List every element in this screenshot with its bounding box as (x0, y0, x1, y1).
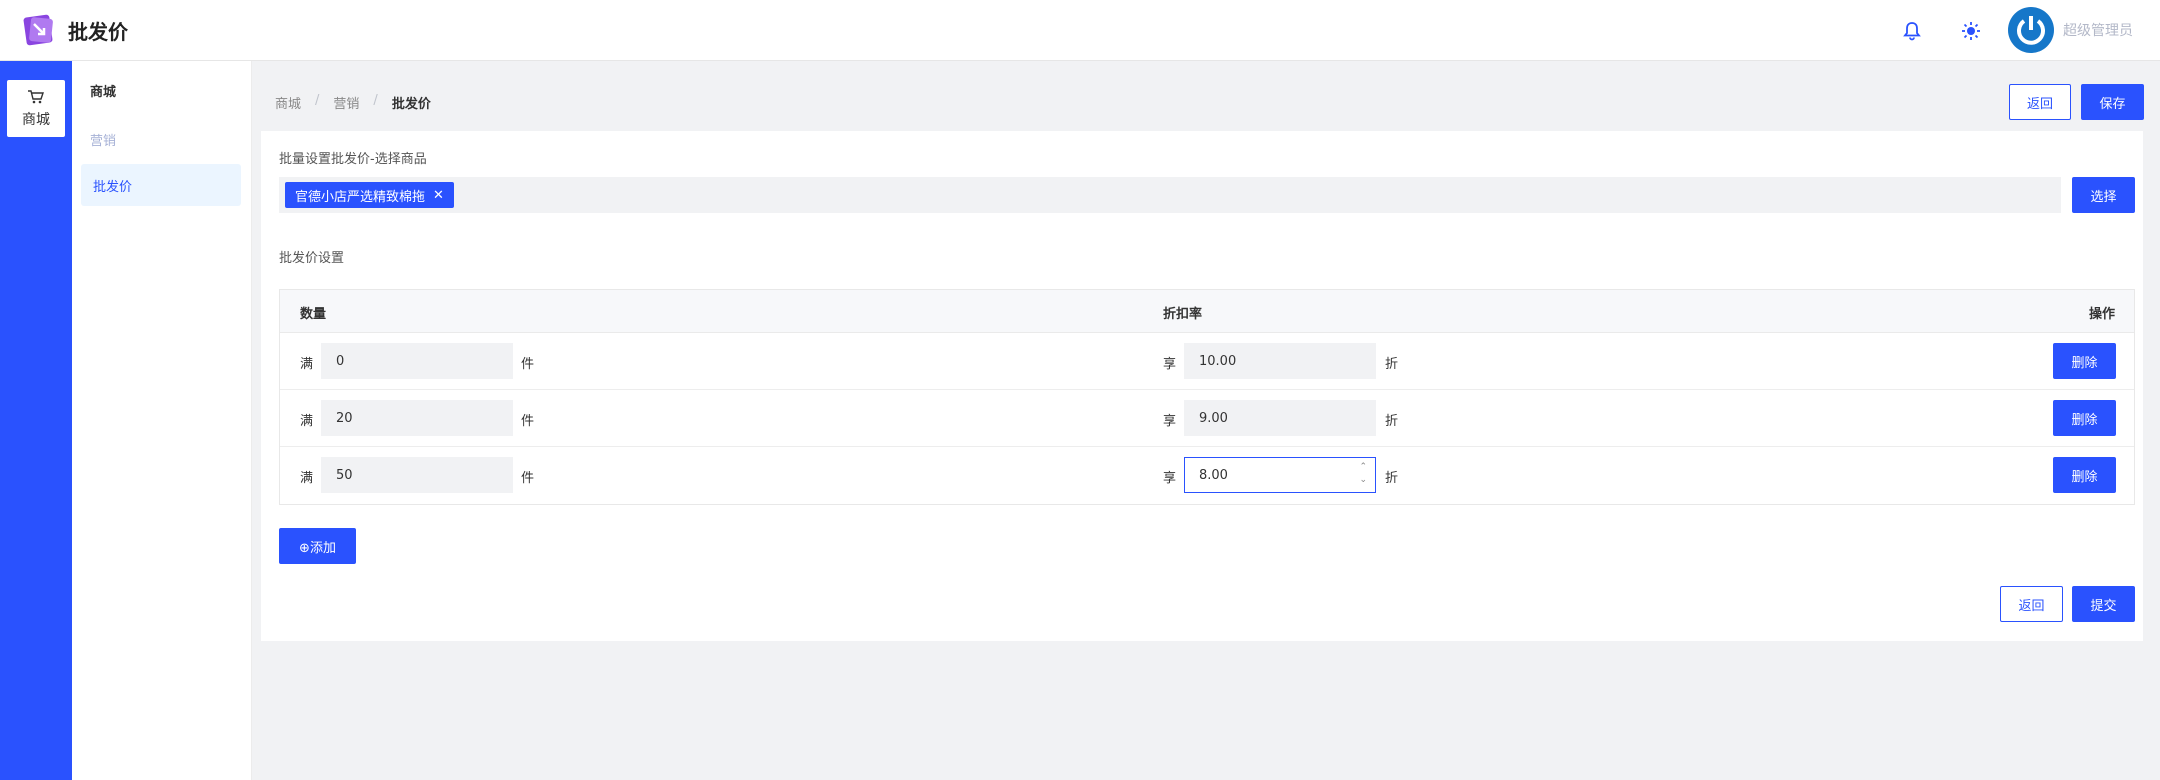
bell-icon[interactable] (1899, 18, 1925, 44)
qty-prefix: 满 (300, 357, 314, 372)
sidebar-sub: 商城 营销 批发价 (72, 61, 252, 780)
rate-suffix: 折 (1385, 357, 1399, 372)
app-title: 批发价 (68, 20, 128, 44)
number-stepper[interactable]: ⌃ ⌄ (1359, 461, 1367, 487)
back-button-bottom[interactable]: 返回 (2000, 586, 2063, 622)
add-row-button[interactable]: ⊕添加 (279, 528, 356, 564)
price-section-label: 批发价设置 (279, 251, 345, 266)
column-header-rate: 折扣率 (1163, 307, 1203, 322)
column-header-actions: 操作 (2089, 307, 2116, 322)
rate-input[interactable]: 9.00 (1184, 400, 1376, 436)
sidebar-item-label: 商城 (22, 111, 50, 128)
table-row: 满 20 件 享 9.00 折 删除 (280, 390, 2134, 447)
username[interactable]: 超级管理员 (2063, 20, 2133, 40)
qty-input[interactable]: 50 (321, 457, 513, 493)
qty-prefix: 满 (300, 414, 314, 429)
qty-suffix: 件 (521, 471, 535, 486)
delete-button[interactable]: 删除 (2053, 400, 2116, 436)
breadcrumb-item[interactable]: 营销 (333, 93, 359, 112)
qty-input[interactable]: 20 (321, 400, 513, 436)
rate-suffix: 折 (1385, 414, 1399, 429)
breadcrumb-separator: / (315, 93, 320, 108)
back-button-top[interactable]: 返回 (2009, 84, 2071, 120)
table-row: 满 0 件 享 10.00 折 删除 (280, 333, 2134, 390)
sidebar-main: 商城 (0, 61, 72, 780)
goods-section-label: 批量设置批发价-选择商品 (279, 152, 427, 167)
breadcrumb: 商城 / 营销 / 批发价 (275, 93, 431, 112)
chevron-down-icon[interactable]: ⌄ (1359, 474, 1367, 487)
submit-button[interactable]: 提交 (2072, 586, 2135, 622)
qty-suffix: 件 (521, 357, 535, 372)
rate-value: 8.00 (1199, 467, 1228, 483)
breadcrumb-current: 批发价 (391, 97, 431, 112)
top-header: 批发价 超级管理员 (0, 0, 2160, 61)
rate-prefix: 享 (1163, 471, 1177, 486)
qty-prefix: 满 (300, 471, 314, 486)
sidebar-item-label: 批发价 (93, 180, 133, 195)
sidebar-sub-title: 商城 (90, 85, 117, 100)
qty-suffix: 件 (521, 414, 535, 429)
sidebar-item-wholesale-price[interactable]: 批发价 (81, 164, 241, 206)
app-logo-icon (22, 12, 58, 48)
rate-input[interactable]: 10.00 (1184, 343, 1376, 379)
avatar[interactable] (2008, 7, 2054, 53)
sidebar-group-marketing[interactable]: 营销 (90, 130, 116, 149)
save-button[interactable]: 保存 (2081, 84, 2144, 120)
delete-button[interactable]: 删除 (2053, 343, 2116, 379)
cart-icon (28, 89, 44, 103)
sidebar-item-mall[interactable]: 商城 (7, 80, 65, 137)
close-icon[interactable]: ✕ (433, 188, 444, 203)
table-header: 数量 折扣率 操作 (280, 290, 2134, 333)
qty-input[interactable]: 0 (321, 343, 513, 379)
selected-goods-field[interactable]: 官德小店严选精致棉拖 ✕ (279, 177, 2061, 213)
rate-prefix: 享 (1163, 414, 1177, 429)
rate-suffix: 折 (1385, 471, 1399, 486)
rate-prefix: 享 (1163, 357, 1177, 372)
theme-sun-icon[interactable] (1958, 18, 1984, 44)
delete-button[interactable]: 删除 (2053, 457, 2116, 493)
rate-input-focused[interactable]: 8.00 ⌃ ⌄ (1184, 457, 1376, 493)
main-card: 批量设置批发价-选择商品 官德小店严选精致棉拖 ✕ 选择 批发价设置 数量 折扣… (261, 131, 2143, 641)
selected-goods-tag: 官德小店严选精致棉拖 ✕ (285, 182, 454, 208)
breadcrumb-separator: / (373, 93, 378, 108)
tag-label: 官德小店严选精致棉拖 (295, 189, 426, 205)
column-header-qty: 数量 (300, 307, 327, 322)
choose-goods-button[interactable]: 选择 (2072, 177, 2135, 213)
table-row: 满 50 件 享 8.00 ⌃ ⌄ 折 删除 (280, 447, 2134, 504)
price-table: 数量 折扣率 操作 满 0 件 享 10.00 折 删除 满 20 件 享 9.… (279, 289, 2135, 505)
breadcrumb-item[interactable]: 商城 (275, 93, 301, 112)
chevron-up-icon[interactable]: ⌃ (1359, 461, 1367, 474)
